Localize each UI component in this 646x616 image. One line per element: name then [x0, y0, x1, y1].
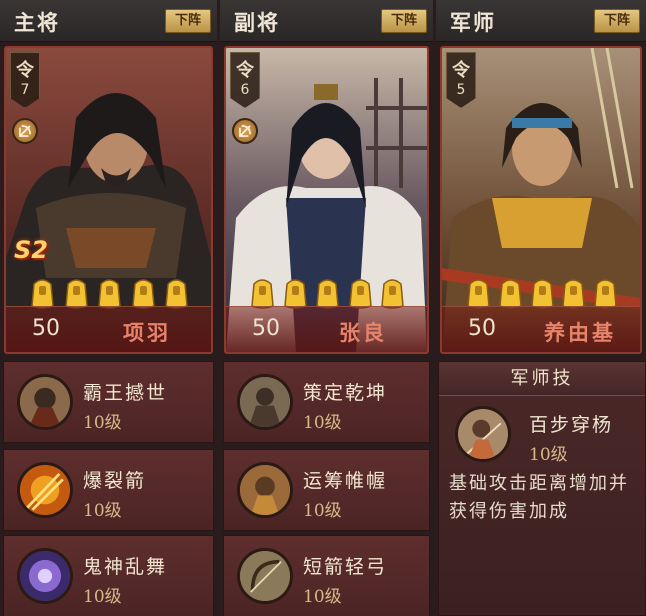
season-badge: S2: [14, 236, 48, 264]
skill-slot[interactable]: 短箭轻弓 10级: [223, 535, 430, 616]
skill-slot[interactable]: 爆裂箭 10级: [3, 449, 214, 531]
command-tag: 令 5: [446, 52, 476, 108]
skill-level: 10级: [303, 587, 342, 607]
skill-slot[interactable]: 鬼神乱舞 10级: [3, 535, 214, 616]
general-name: 项羽: [123, 320, 171, 345]
skill-icon-ghost-dance: [17, 548, 73, 604]
star-icon: [64, 276, 89, 310]
star-icon: [131, 276, 156, 310]
general-name: 养由基: [544, 320, 616, 345]
strategist-skill-description: 基础攻击距离增加并获得伤害加成: [449, 473, 629, 522]
star-icon: [164, 276, 189, 310]
command-char: 令: [236, 60, 254, 81]
star-icon: [283, 276, 308, 310]
skill-icon-hundred-pace[interactable]: [455, 406, 511, 462]
strategist-skill-level: 10级: [529, 445, 568, 465]
skill-level: 10级: [303, 413, 342, 433]
star-icon: [97, 276, 122, 310]
general-column-strategist: 军师 下阵 令 5 50 养由基 军师技 百步穿杨 10级 基础攻击距离增加并获…: [436, 0, 646, 616]
star-row: [466, 276, 618, 310]
skill-icon-overlord: [17, 374, 73, 430]
column-title: 军师: [450, 10, 496, 35]
general-level: 50: [468, 316, 496, 341]
column-header: 军师 下阵: [436, 0, 646, 42]
star-icon: [530, 276, 555, 310]
star-icon: [498, 276, 523, 310]
general-level: 50: [252, 316, 280, 341]
archer-class-icon: [12, 118, 38, 144]
general-column-main: 主将 下阵 令 7 S2 50 项羽 霸王撼世 10级 爆裂箭 10级 鬼神乱舞…: [0, 0, 217, 616]
skill-level: 10级: [83, 413, 122, 433]
strategist-skill-header: 军师技: [439, 362, 645, 396]
star-icon: [593, 276, 618, 310]
command-char: 令: [452, 60, 470, 81]
general-card[interactable]: 令 5 50 养由基: [440, 46, 642, 354]
skill-level: 10级: [83, 501, 122, 521]
star-icon: [315, 276, 340, 310]
strategist-skill-panel: 军师技 百步穿杨 10级 基础攻击距离增加并获得伤害加成: [438, 361, 646, 616]
general-card[interactable]: 令 6 50 张良: [224, 46, 429, 354]
command-tag: 令 7: [10, 52, 40, 108]
column-header: 主将 下阵: [0, 0, 217, 42]
skill-name: 爆裂箭: [83, 470, 147, 492]
command-tag: 令 6: [230, 52, 260, 108]
skill-slot[interactable]: 运筹帷幄 10级: [223, 449, 430, 531]
skill-name: 策定乾坤: [303, 382, 388, 404]
unassign-button[interactable]: 下阵: [381, 9, 427, 33]
general-card[interactable]: 令 7 S2 50 项羽: [4, 46, 213, 354]
column-title: 副将: [234, 10, 280, 35]
star-row: [250, 276, 405, 310]
star-row: [30, 276, 189, 310]
strategist-skill-name: 百步穿杨: [529, 414, 614, 436]
command-value: 7: [20, 82, 30, 98]
command-char: 令: [16, 60, 34, 81]
skill-slot[interactable]: 策定乾坤 10级: [223, 361, 430, 443]
general-level: 50: [32, 316, 60, 341]
general-name: 张良: [339, 320, 387, 345]
star-icon: [250, 276, 275, 310]
skill-icon-explosive-arrow: [17, 462, 73, 518]
skill-name: 运筹帷幄: [303, 470, 388, 492]
command-value: 5: [456, 82, 466, 98]
name-plate: 50 养由基: [442, 306, 640, 352]
skill-icon-planning: [237, 462, 293, 518]
column-title: 主将: [14, 10, 60, 35]
name-plate: 50 张良: [226, 306, 427, 352]
general-column-deputy: 副将 下阵 令 6 50 张良 策定乾坤 10级 运筹帷幄 10级 短箭轻弓 1…: [220, 0, 433, 616]
strategist-skill-title: 军师技: [510, 368, 574, 389]
star-icon: [30, 276, 55, 310]
skill-name: 霸王撼世: [83, 382, 168, 404]
column-header: 副将 下阵: [220, 0, 433, 42]
star-icon: [466, 276, 491, 310]
star-icon: [561, 276, 586, 310]
skill-level: 10级: [83, 587, 122, 607]
name-plate: 50 项羽: [6, 306, 211, 352]
star-icon: [348, 276, 373, 310]
star-icon: [380, 276, 405, 310]
unassign-button[interactable]: 下阵: [165, 9, 211, 33]
skill-name: 鬼神乱舞: [83, 556, 168, 578]
command-value: 6: [240, 82, 250, 98]
skill-level: 10级: [303, 501, 342, 521]
skill-icon-short-bow: [237, 548, 293, 604]
skill-icon-strategy: [237, 374, 293, 430]
skill-slot[interactable]: 霸王撼世 10级: [3, 361, 214, 443]
unassign-button[interactable]: 下阵: [594, 9, 640, 33]
skill-name: 短箭轻弓: [303, 556, 388, 578]
archer-class-icon: [232, 118, 258, 144]
